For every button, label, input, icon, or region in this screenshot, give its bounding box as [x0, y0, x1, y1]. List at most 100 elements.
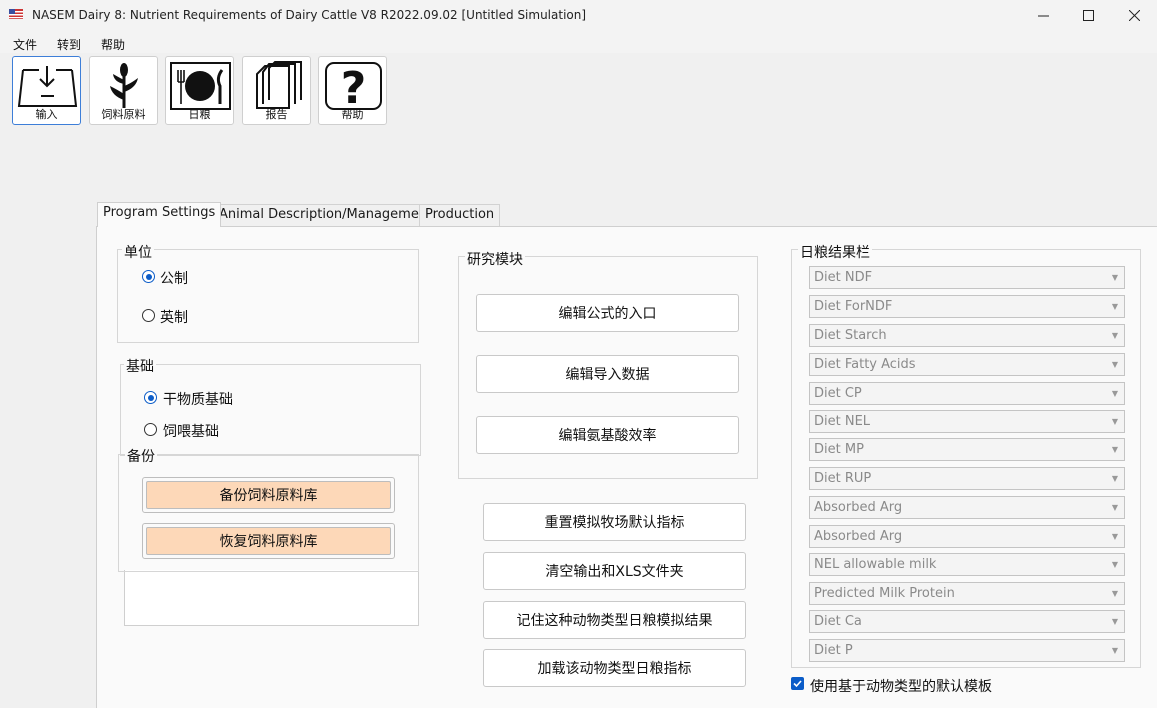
basis-as-fed-radio[interactable] — [144, 423, 157, 436]
menu-help[interactable]: 帮助 — [101, 36, 125, 53]
basis-dry-matter-label: 干物质基础 — [163, 392, 233, 408]
chevron-down-icon: ▼ — [1111, 389, 1118, 398]
basis-as-fed-label: 饲喂基础 — [163, 424, 219, 440]
tab-animal-description[interactable]: Animal Description/Management — [213, 204, 439, 226]
toolbar-help-button[interactable]: ? 帮助 — [318, 56, 387, 125]
clear-output-xls-folder-button[interactable]: 清空输出和XLS文件夹 — [483, 552, 746, 590]
minimize-button[interactable] — [1020, 0, 1066, 31]
chevron-down-icon: ▼ — [1111, 360, 1118, 369]
diet-result-select-13[interactable]: Diet Ca ▼ — [809, 610, 1125, 633]
chevron-down-icon: ▼ — [1111, 302, 1118, 311]
diet-results-title: 日粮结果栏 — [798, 242, 872, 262]
menu-file[interactable]: 文件 — [13, 36, 37, 53]
chevron-down-icon: ▼ — [1111, 617, 1118, 626]
window-title: NASEM Dairy 8: Nutrient Requirements of … — [32, 8, 587, 22]
diet-result-value: Diet CP — [814, 386, 862, 401]
menu-bar — [0, 31, 1157, 53]
chevron-down-icon: ▼ — [1111, 646, 1118, 655]
diet-result-value: NEL allowable milk — [814, 557, 937, 572]
question-mark-icon: ? — [325, 62, 382, 110]
maximize-icon — [1082, 10, 1094, 21]
corn-plant-icon — [110, 63, 138, 108]
input-icon — [17, 66, 78, 107]
units-group-title: 单位 — [122, 242, 154, 262]
chevron-down-icon: ▼ — [1111, 417, 1118, 426]
tab-program-settings[interactable]: Program Settings — [97, 202, 222, 227]
svg-text:?: ? — [341, 63, 367, 110]
toolbar-feeds-button[interactable]: 饲料原料 — [89, 56, 158, 125]
toolbar-feeds-label: 饲料原料 — [101, 108, 146, 121]
diet-result-select-8[interactable]: Diet RUP ▼ — [809, 467, 1125, 490]
diet-result-value: Diet Starch — [814, 328, 887, 343]
close-icon — [1128, 10, 1140, 21]
tab-production[interactable]: Production — [419, 204, 501, 226]
chevron-down-icon: ▼ — [1111, 273, 1118, 282]
units-imperial-radio[interactable] — [142, 309, 155, 322]
edit-import-data-button[interactable]: 编辑导入数据 — [476, 355, 739, 393]
backup-feed-library-label: 备份饲料原料库 — [146, 481, 391, 509]
remember-animal-type-results-button[interactable]: 记住这种动物类型日粮模拟结果 — [483, 601, 746, 639]
diet-result-select-9[interactable]: Absorbed Arg ▼ — [809, 496, 1125, 519]
diet-result-select-4[interactable]: Diet Fatty Acids ▼ — [809, 353, 1125, 376]
diet-result-select-11[interactable]: NEL allowable milk ▼ — [809, 553, 1125, 576]
diet-result-value: Absorbed Arg — [814, 529, 903, 544]
diet-result-value: Diet RUP — [814, 471, 872, 486]
edit-amino-acid-efficiency-button[interactable]: 编辑氨基酸效率 — [476, 416, 739, 454]
default-template-label: 使用基于动物类型的默认模板 — [810, 679, 992, 695]
load-animal-type-diet-button[interactable]: 加载该动物类型日粮指标 — [483, 649, 746, 687]
basis-group-title: 基础 — [124, 356, 156, 376]
close-button[interactable] — [1111, 0, 1157, 31]
diet-result-value: Diet NEL — [814, 414, 871, 429]
diet-result-value: Diet Fatty Acids — [814, 357, 916, 372]
chevron-down-icon: ▼ — [1111, 560, 1118, 569]
toolbar-report-label: 报告 — [265, 108, 288, 121]
default-template-checkbox[interactable] — [791, 677, 804, 690]
diet-result-select-6[interactable]: Diet NEL ▼ — [809, 410, 1125, 433]
menu-goto[interactable]: 转到 — [57, 36, 81, 53]
diet-result-select-14[interactable]: Diet P ▼ — [809, 639, 1125, 662]
diet-result-select-12[interactable]: Predicted Milk Protein ▼ — [809, 582, 1125, 605]
diet-result-select-3[interactable]: Diet Starch ▼ — [809, 324, 1125, 347]
units-metric-radio[interactable] — [142, 270, 155, 283]
report-pages-icon — [256, 61, 302, 109]
chevron-down-icon: ▼ — [1111, 503, 1118, 512]
diet-result-select-10[interactable]: Absorbed Arg ▼ — [809, 525, 1125, 548]
diet-result-value: Predicted Milk Protein — [814, 586, 955, 601]
toolbar-input-button[interactable]: 输入 — [12, 56, 81, 125]
research-module-title: 研究模块 — [465, 249, 525, 269]
toolbar-report-button[interactable]: 报告 — [242, 56, 311, 125]
reset-farm-defaults-button[interactable]: 重置模拟牧场默认指标 — [483, 503, 746, 541]
diet-result-value: Diet MP — [814, 442, 864, 457]
maximize-button[interactable] — [1065, 0, 1111, 31]
chevron-down-icon: ▼ — [1111, 331, 1118, 340]
backup-group-title: 备份 — [125, 446, 157, 466]
diet-result-select-5[interactable]: Diet CP ▼ — [809, 382, 1125, 405]
backup-feed-library-button[interactable]: 备份饲料原料库 — [142, 477, 395, 513]
chevron-down-icon: ▼ — [1111, 474, 1118, 483]
diet-result-select-1[interactable]: Diet NDF ▼ — [809, 266, 1125, 289]
chevron-down-icon: ▼ — [1111, 589, 1118, 598]
units-group — [117, 249, 419, 343]
diet-result-select-7[interactable]: Diet MP ▼ — [809, 438, 1125, 461]
diet-result-value: Diet ForNDF — [814, 299, 893, 314]
basis-dry-matter-radio[interactable] — [144, 391, 157, 404]
diet-result-value: Diet P — [814, 643, 853, 658]
restore-feed-library-button[interactable]: 恢复饲料原料库 — [142, 523, 395, 559]
diet-result-value: Absorbed Arg — [814, 500, 903, 515]
toolbar-diet-button[interactable]: 日粮 — [165, 56, 234, 125]
chevron-down-icon: ▼ — [1111, 445, 1118, 454]
toolbar-diet-label: 日粮 — [188, 108, 211, 121]
checkmark-icon — [793, 680, 802, 688]
diet-result-value: Diet Ca — [814, 614, 862, 629]
toolbar-help-label: 帮助 — [341, 108, 364, 121]
edit-equation-entry-button[interactable]: 编辑公式的入口 — [476, 294, 739, 332]
plate-utensils-icon — [170, 62, 231, 110]
chevron-down-icon: ▼ — [1111, 532, 1118, 541]
basis-group — [120, 364, 421, 456]
units-metric-label: 公制 — [160, 271, 188, 287]
restore-feed-library-label: 恢复饲料原料库 — [146, 527, 391, 555]
diet-result-select-2[interactable]: Diet ForNDF ▼ — [809, 295, 1125, 318]
backup-panel-background — [124, 570, 419, 626]
units-imperial-label: 英制 — [160, 310, 188, 326]
minimize-icon — [1037, 15, 1049, 17]
